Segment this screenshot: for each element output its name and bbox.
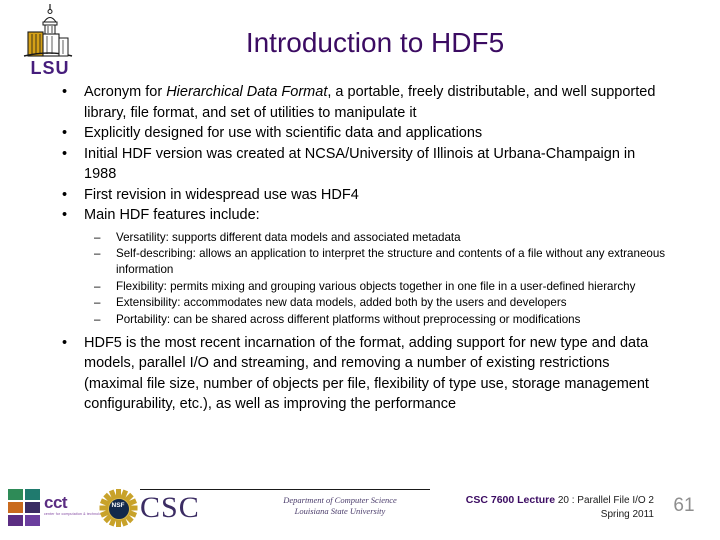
- cct-subtitle: center for computation & technology: [44, 512, 106, 516]
- sub-bullet-item: – Flexibility: permits mixing and groupi…: [89, 279, 670, 295]
- bullet-marker: •: [62, 186, 68, 203]
- csc-department-line2: Louisiana State University: [294, 506, 386, 516]
- cct-logo: cct center for computation & technology: [8, 488, 105, 528]
- sub-bullet-text: Extensibility: accommodates new data mod…: [116, 296, 567, 310]
- bullet-item: • First revision in widespread use was H…: [58, 185, 670, 206]
- bullet-text-prefix: Acronym for: [84, 84, 167, 100]
- lecture-info: 20 : Parallel File I/O 2: [557, 495, 654, 506]
- bullet-item: • Explicitly designed for use with scien…: [58, 123, 670, 144]
- lsu-logo: LSU: [14, 2, 86, 80]
- sub-bullet-text: Portability: can be shared across differ…: [116, 312, 581, 326]
- lsu-wordmark: LSU: [30, 58, 70, 78]
- sub-bullet-marker: –: [94, 312, 101, 326]
- bullet-text: First revision in widespread use was HDF…: [84, 186, 359, 203]
- sub-bullet-item: – Extensibility: accommodates new data m…: [89, 295, 670, 311]
- csc-department-line1: Department of Computer Science: [283, 495, 397, 505]
- bullet-text-italic: Hierarchical Data Format: [166, 84, 328, 100]
- cct-squares-icon: [8, 489, 42, 527]
- sub-bullet-marker: –: [94, 246, 101, 260]
- bullet-marker: •: [62, 125, 68, 141]
- slide-footer: cct center for computation & technology …: [0, 484, 720, 540]
- sub-bullet-marker: –: [94, 230, 101, 244]
- bullet-item: • HDF5 is the most recent incarnation of…: [58, 333, 670, 415]
- slide-number: 61: [673, 495, 695, 516]
- csc-logo-block: CSC Department of Computer Science Louis…: [140, 487, 430, 531]
- term-label: Spring 2011: [600, 509, 654, 520]
- course-info: CSC 7600 Lecture 20 : Parallel File I/O …: [424, 493, 654, 522]
- bullet-item: • Initial HDF version was created at NCS…: [58, 144, 670, 185]
- sub-bullet-text: Versatility: supports different data mod…: [116, 230, 461, 244]
- csc-divider-rule: [140, 489, 430, 490]
- bullet-item: • Main HDF features include:: [58, 205, 670, 226]
- sub-bullet-item: – Versatility: supports different data m…: [89, 230, 670, 246]
- sub-bullet-text: Flexibility: permits mixing and grouping…: [116, 279, 636, 293]
- page-title: Introduction to HDF5: [245, 27, 505, 58]
- bullet-text: Main HDF features include:: [84, 207, 260, 223]
- sub-bullet-item: – Portability: can be shared across diff…: [89, 312, 670, 328]
- sub-bullet-item: – Self-describing: allows an application…: [89, 246, 670, 279]
- nsf-wordmark: NSF: [111, 502, 125, 509]
- slide-body: • Acronym for Hierarchical Data Format, …: [58, 82, 670, 415]
- sub-bullet-text: Self-describing: allows an application t…: [116, 246, 666, 277]
- course-label: CSC 7600 Lecture: [465, 494, 556, 506]
- bullet-marker: •: [62, 207, 68, 223]
- bullet-text: Initial HDF version was created at NCSA/…: [84, 145, 636, 183]
- bullet-text: HDF5 is the most recent incarnation of t…: [84, 334, 649, 413]
- sub-bullet-marker: –: [94, 279, 101, 293]
- course-line: CSC 7600 Lecture 20 : Parallel File I/O …: [424, 493, 654, 508]
- bullet-text: Explicitly designed for use with scienti…: [84, 125, 483, 141]
- csc-wordmark: CSC: [140, 491, 200, 524]
- csc-department-text: Department of Computer Science Louisiana…: [250, 495, 430, 517]
- nsf-logo: NSF: [99, 489, 137, 527]
- bullet-marker: •: [62, 84, 68, 100]
- sub-bullet-marker: –: [94, 296, 101, 310]
- sub-bullet-list: – Versatility: supports different data m…: [58, 230, 670, 328]
- lsu-tower-icon: [23, 4, 73, 57]
- bullet-marker: •: [62, 334, 68, 351]
- bullet-marker: •: [62, 145, 68, 162]
- bullet-item: • Acronym for Hierarchical Data Format, …: [58, 82, 670, 123]
- cct-wordmark: cct: [44, 493, 68, 512]
